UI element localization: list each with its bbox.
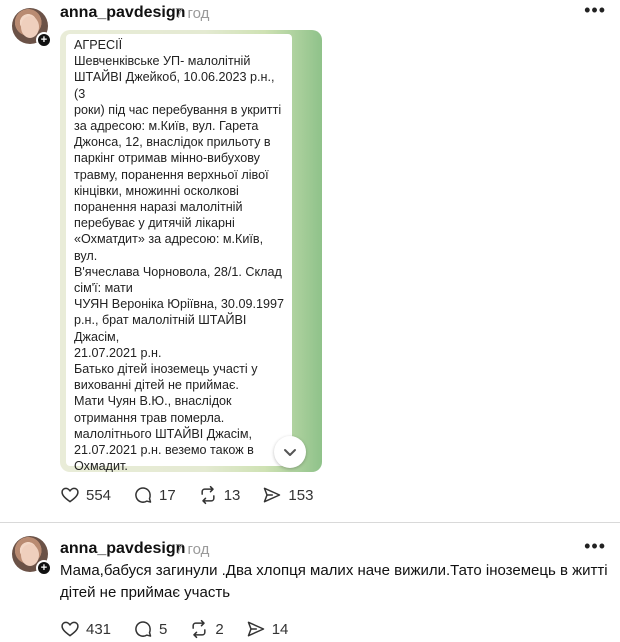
post: + anna_pavdesign 7 год ••• АГРЕСІЇ Шевчен… [0,0,620,522]
plus-icon[interactable]: + [36,560,52,576]
message-line: ШТАЙВІ Джейкоб, 10.06.2023 р.н., (3 [74,70,275,101]
message-line: 21.07.2021 р.н. веземо також в [74,443,254,458]
post-actions: 554 17 13 153 [60,485,335,505]
message-line: АГРЕСІЇ [74,38,123,52]
comment-icon [135,487,152,503]
more-icon[interactable]: ••• [584,536,606,557]
comment-button[interactable]: 5 [133,619,167,639]
like-button[interactable]: 431 [60,619,111,639]
message-line: травму, поранення верхньої лівої [74,167,269,182]
message-line: 21.07.2021 р.н. [74,345,162,360]
like-button[interactable]: 554 [60,485,111,505]
avatar[interactable]: + [12,8,52,48]
divider [0,522,620,523]
post-text: Мама,бабуся загинули .Два хлопця малих н… [60,562,608,601]
forwarded-message: АГРЕСІЇ Шевченківське УП- малолітній ШТАЙВ… [66,34,292,472]
message-line: Батько дітей іноземець участі у [74,362,258,377]
message-line: роки) під час перебування в укритті [74,102,282,117]
repost-icon [201,485,215,505]
repost-button[interactable]: 13 [198,485,241,505]
message-line: сім'ї: мати [74,281,133,296]
chevron-down-icon [284,449,296,456]
comment-button[interactable]: 17 [133,485,176,505]
repost-button[interactable]: 2 [189,619,224,639]
like-count: 554 [86,486,112,504]
plus-icon[interactable]: + [36,32,52,48]
message-line: ЧУЯН Вероніка Юріївна, 30.09.1997 [74,297,284,312]
share-button[interactable]: 14 [246,619,289,639]
message-line: поранення наразі малолітній [74,200,243,215]
message-line: паркінг отримав мінно-вибухову [74,151,260,166]
message-line: малолітнього ШТАЙВІ Джасім, [74,426,253,441]
share-count: 153 [288,486,314,504]
message-line: кінцівки, множинні осколкові [74,183,239,198]
post-time: 7 год [175,541,210,558]
post: + anna_pavdesign 7 год ••• Мама,бабуся з… [0,524,620,642]
share-count: 14 [271,620,289,638]
heart-icon [61,621,79,637]
comment-icon [135,621,152,637]
repost-count: 13 [223,486,241,504]
share-button[interactable]: 153 [262,485,313,505]
heart-icon [61,487,79,503]
username[interactable]: anna_pavdesign [60,540,185,558]
avatar[interactable]: + [12,536,52,576]
repost-count: 2 [215,620,224,638]
username[interactable]: anna_pavdesign [60,4,185,22]
message-line: Мати Чуян В.Ю., внаслідок [74,394,232,409]
message-line: отримання трав померла. [74,410,225,425]
post-time: 7 год [175,5,210,22]
message-line: вихованні дітей не приймає. [74,378,239,393]
post-actions: 431 5 2 14 [60,619,310,639]
repost-icon [192,619,206,639]
more-icon[interactable]: ••• [584,0,606,21]
message-line: Джонса, 12, внаслідок прильоту в [74,135,271,150]
message-line: Охмадит. [74,459,128,472]
message-line: перебуває у дитячій лікарні [74,216,235,231]
message-line: «Охматдит» за адресою: м.Київ, вул. [74,232,264,263]
message-line: за адресою: м.Київ, вул. Гарета [74,119,259,134]
send-icon [264,487,281,503]
comment-count: 17 [159,486,176,504]
like-count: 431 [86,620,112,638]
attached-image[interactable]: АГРЕСІЇ Шевченківське УП- малолітній ШТАЙВ… [60,30,322,472]
message-line: Шевченківське УП- малолітній [74,54,251,69]
message-line: р.н., брат малолітній ШТАЙВІ Джасім, [74,313,247,344]
comment-count: 5 [159,620,168,638]
message-line: В'ячеслава Чорновола, 28/1. Склад [74,264,282,279]
send-icon [247,621,264,637]
scroll-down-button[interactable] [274,436,306,468]
